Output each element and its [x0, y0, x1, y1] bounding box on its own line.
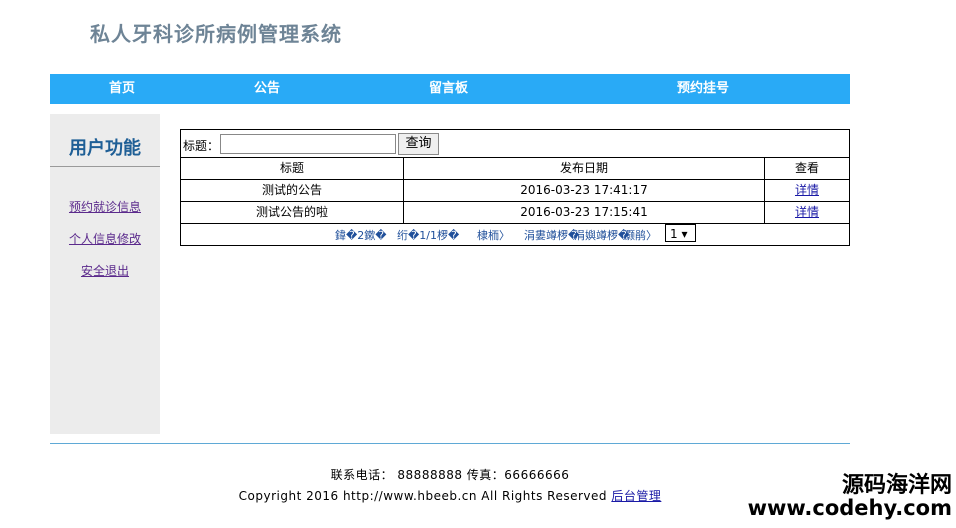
sidebar-divider	[50, 166, 160, 167]
search-label: 标题：	[183, 139, 220, 153]
nav-notice[interactable]: 公告	[254, 74, 280, 104]
column-header-title: 标题	[181, 158, 404, 179]
sidebar-item-appointment-info[interactable]: 预约就诊信息	[50, 198, 160, 215]
table-row: 测试的公告 2016-03-23 17:41:17 详情	[181, 180, 849, 202]
pager-page-info: 绗�1/1椤�	[397, 229, 460, 242]
search-input[interactable]	[220, 134, 396, 154]
table-header-row: 标题 发布日期 查看	[181, 158, 849, 180]
site-title: 私人牙科诊所病例管理系统	[90, 22, 342, 46]
sidebar-item-profile-edit[interactable]: 个人信息修改	[50, 230, 160, 247]
notice-date: 2016-03-23 17:15:41	[404, 202, 765, 223]
notice-detail-cell: 详情	[765, 202, 849, 223]
footer-divider	[50, 443, 850, 444]
notice-date: 2016-03-23 17:41:17	[404, 180, 765, 201]
watermark-url: www.codehy.com	[747, 496, 952, 520]
notice-title: 测试的公告	[181, 180, 404, 201]
pager-next[interactable]: 涓嬩竴椤�	[574, 227, 629, 243]
copyright-text: Copyright 2016 http://www.hbeeb.cn All R…	[238, 489, 608, 503]
detail-link[interactable]: 详情	[795, 183, 819, 197]
sidebar-title: 用户功能	[69, 138, 141, 159]
pager-first[interactable]: 棣栭〉	[477, 227, 510, 243]
sidebar-item-logout[interactable]: 安全退出	[50, 262, 160, 279]
detail-link[interactable]: 详情	[795, 205, 819, 219]
notice-panel: 标题： 查询 标题 发布日期 查看 测试的公告 2016-03-23 17:41…	[180, 129, 850, 246]
table-row: 测试公告的啦 2016-03-23 17:15:41 详情	[181, 202, 849, 224]
main-nav: 首页 公告 留言板 预约挂号	[50, 74, 850, 104]
watermark: 源码海洋网 www.codehy.com	[747, 473, 952, 520]
notice-table: 标题 发布日期 查看 测试的公告 2016-03-23 17:41:17 详情 …	[181, 158, 849, 224]
sidebar: 用户功能 预约就诊信息 个人信息修改 安全退出	[50, 114, 160, 434]
pagination: 鍏�2鏉� 绗�1/1椤� 棣栭〉 涓婁竴椤� 涓嬩竴椤� 灏鹃〉 1 ▾	[181, 224, 849, 244]
nav-appointment[interactable]: 预约挂号	[677, 74, 729, 104]
nav-home[interactable]: 首页	[109, 74, 135, 104]
pager-prev[interactable]: 涓婁竴椤�	[524, 227, 579, 243]
search-bar: 标题： 查询	[181, 130, 849, 158]
search-button[interactable]: 查询	[398, 133, 439, 155]
notice-detail-cell: 详情	[765, 180, 849, 201]
notice-title: 测试公告的啦	[181, 202, 404, 223]
admin-link[interactable]: 后台管理	[611, 489, 661, 503]
page-select[interactable]: 1 ▾	[665, 224, 696, 242]
column-header-date: 发布日期	[404, 158, 765, 179]
pager-total-count: 鍏�2鏉�	[335, 229, 387, 242]
watermark-name: 源码海洋网	[841, 473, 952, 498]
pager-last[interactable]: 灏鹃〉	[624, 227, 657, 243]
nav-message-board[interactable]: 留言板	[429, 74, 468, 104]
column-header-view: 查看	[794, 161, 819, 175]
